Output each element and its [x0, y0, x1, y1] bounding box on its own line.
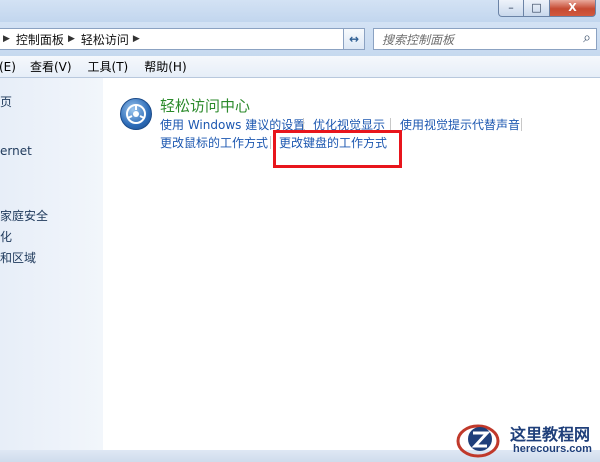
menu-view[interactable]: 查看(V): [30, 58, 72, 75]
minimize-button[interactable]: –: [498, 0, 524, 17]
menu-tools[interactable]: 工具(T): [88, 58, 129, 75]
maximize-button[interactable]: □: [524, 0, 550, 17]
sidebar: 页 ernet 家庭安全 化 和区域: [0, 78, 103, 450]
main-content: 轻松访问中心 使用 Windows 建议的设置 优化视觉显示 使用视觉提示代替声…: [103, 78, 600, 450]
task-separator: [521, 118, 522, 131]
breadcrumb-separator-icon[interactable]: ▶: [68, 34, 75, 44]
watermark: 这里教程网 herecours.com: [448, 415, 600, 462]
task-separator: [270, 136, 271, 149]
refresh-button[interactable]: ↔: [343, 28, 365, 50]
task-link-visual-cues[interactable]: 使用视觉提示代替声音: [400, 116, 520, 133]
search-input[interactable]: [380, 31, 564, 49]
watermark-logo-icon: [456, 424, 500, 458]
close-button[interactable]: X: [550, 0, 596, 17]
breadcrumb-control-panel[interactable]: 控制面板: [16, 31, 64, 48]
navigation-bar: ▶ 控制面板 ▶ 轻松访问 ▶ ▼ ↔ ⌕: [0, 22, 600, 56]
sidebar-item-region[interactable]: 和区域: [0, 249, 36, 266]
search-icon[interactable]: ⌕: [583, 30, 591, 46]
watermark-url: herecours.com: [513, 443, 592, 455]
breadcrumb-ease-of-access[interactable]: 轻松访问: [81, 31, 129, 48]
watermark-name: 这里教程网: [510, 425, 591, 444]
sidebar-item-family-safety[interactable]: 家庭安全: [0, 207, 48, 224]
sidebar-item-personalization[interactable]: 化: [0, 228, 12, 245]
title-bar: – □ X: [0, 0, 600, 22]
address-bar[interactable]: ▶ 控制面板 ▶ 轻松访问 ▶ ▼: [0, 28, 363, 50]
menu-edit[interactable]: (E): [0, 60, 16, 74]
category-title-ease-of-access[interactable]: 轻松访问中心: [160, 95, 250, 116]
ease-of-access-icon[interactable]: [120, 98, 152, 130]
sidebar-item-network-internet[interactable]: ernet: [0, 144, 32, 158]
window-controls: – □ X: [498, 0, 596, 17]
search-box[interactable]: ⌕: [373, 28, 597, 50]
task-link-mouse[interactable]: 更改鼠标的工作方式: [160, 134, 268, 151]
menu-help[interactable]: 帮助(H): [144, 58, 186, 75]
menu-bar: (E) 查看(V) 工具(T) 帮助(H): [0, 56, 600, 78]
breadcrumb-separator-icon: ▶: [3, 34, 10, 44]
sidebar-item-home[interactable]: 页: [0, 93, 12, 110]
breadcrumb-separator-icon[interactable]: ▶: [133, 34, 140, 44]
highlight-box: [273, 130, 402, 168]
